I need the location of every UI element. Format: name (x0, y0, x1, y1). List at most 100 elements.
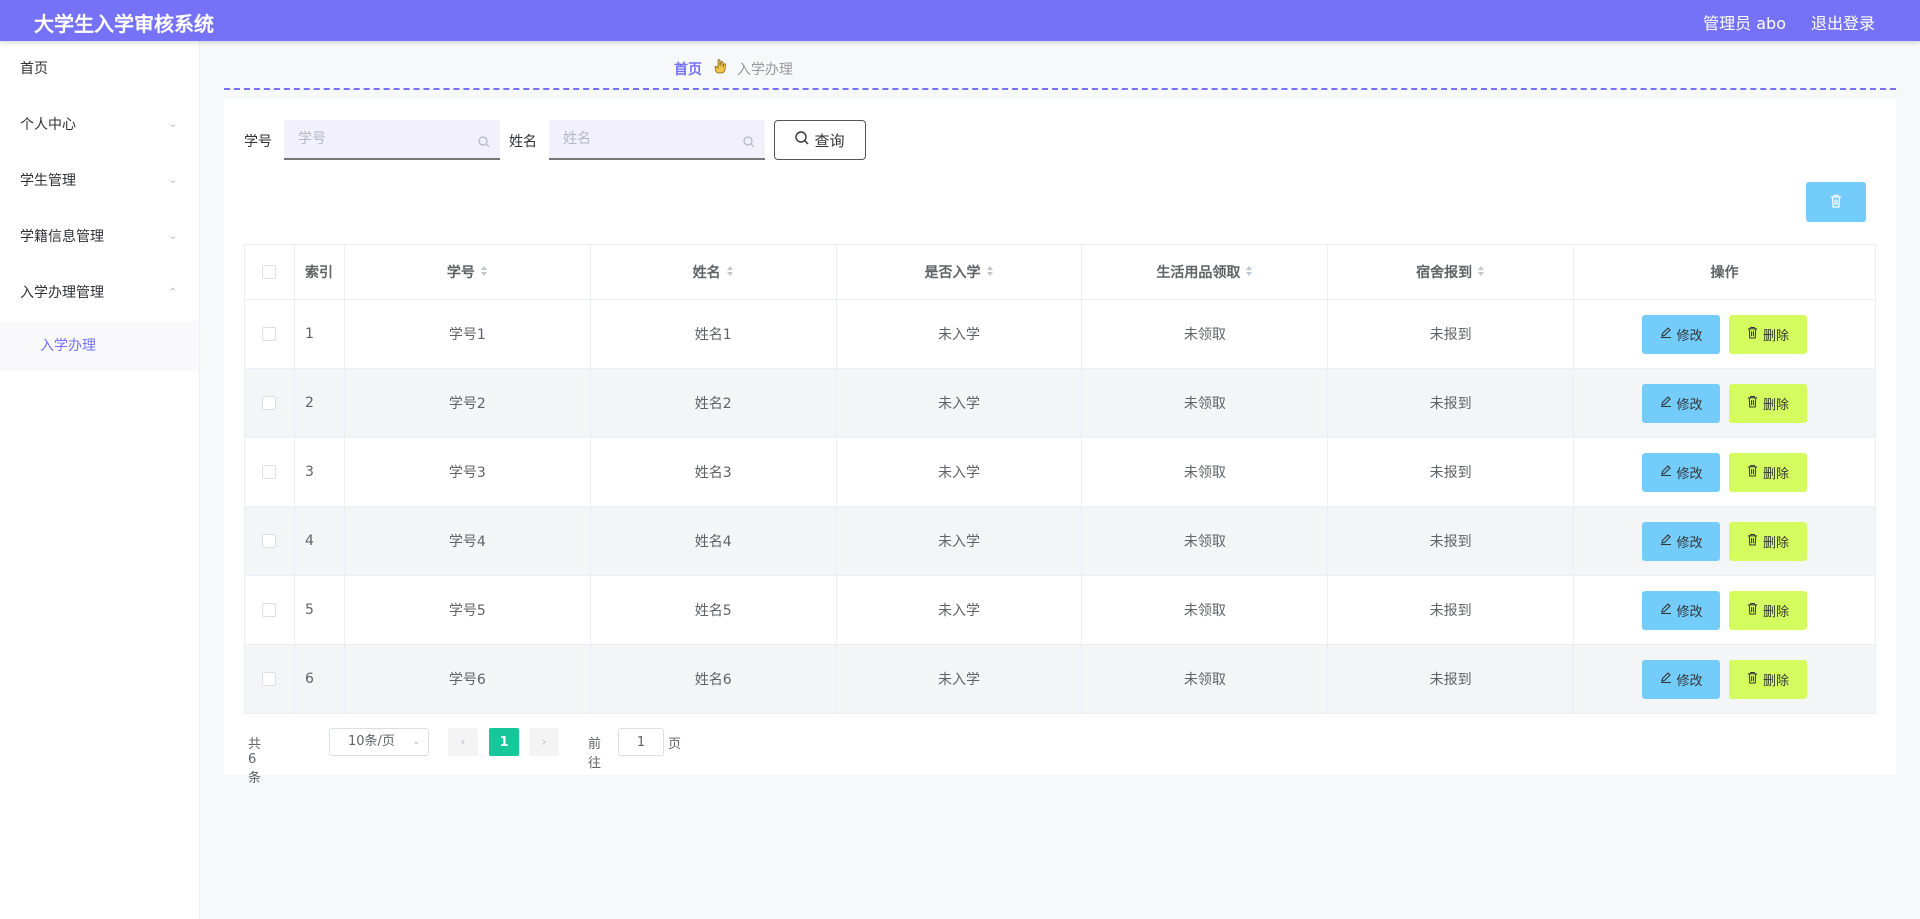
column-header-enrolled[interactable]: 是否入学 (835, 244, 1083, 300)
cell-index: 2 (293, 368, 345, 438)
edit-button[interactable]: 修改 (1642, 383, 1721, 423)
cell-enrolled: 未入学 (835, 575, 1083, 645)
sidebar-item-enrollment-management[interactable]: 入学办理管理 ⌃ (0, 265, 199, 321)
enrollment-table: 索引 学号 姓名 是否入学 生活用品领取 宿舍报到 操作 1 学号1 姓名1 未入学未… (244, 244, 1876, 714)
trash-icon (1830, 193, 1842, 212)
edit-button-label: 修改 (1676, 535, 1703, 551)
goto-page-input[interactable]: 1 (618, 728, 664, 756)
cell-actions: 修改 删除 (1573, 506, 1876, 576)
edit-icon (1660, 602, 1672, 618)
sidebar-item-student-management[interactable]: 学生管理 ⌄ (0, 153, 199, 209)
cell-index: 3 (293, 437, 345, 507)
trash-icon (1747, 533, 1758, 550)
goto-suffix: 页 (668, 737, 682, 752)
row-checkbox[interactable] (262, 465, 277, 479)
column-header-dorm[interactable]: 宿舍报到 (1327, 244, 1575, 300)
page-number-current[interactable]: 1 (489, 728, 519, 756)
cell-dorm: 未报到 (1327, 575, 1575, 645)
row-checkbox[interactable] (262, 396, 277, 410)
table-row[interactable]: 5 学号5 姓名5 未入学 未领取 未报到 修改 删除 (244, 575, 1876, 645)
table-row[interactable]: 1 学号1 姓名1 未入学 未领取 未报到 修改 删除 (244, 299, 1876, 369)
edit-button-label: 修改 (1676, 466, 1703, 482)
cell-student-no: 学号5 (343, 575, 591, 645)
column-header-name[interactable]: 姓名 (589, 244, 837, 300)
table-body: 1 学号1 姓名1 未入学 未领取 未报到 修改 删除 2 学号2 姓名2 未入学 未领取 未报到 修改 删除… (244, 299, 1876, 714)
column-header-label: 宿舍报到 (1416, 265, 1473, 281)
next-page-button[interactable]: › (529, 728, 559, 756)
sort-icon[interactable] (1245, 265, 1253, 281)
breadcrumb: 首页 入学办理 (674, 59, 793, 79)
cell-actions: 修改 删除 (1573, 437, 1876, 507)
name-input[interactable] (549, 120, 765, 158)
search-icon (795, 131, 809, 149)
edit-button-label: 修改 (1676, 673, 1703, 689)
edit-button[interactable]: 修改 (1642, 452, 1721, 492)
delete-button-label: 删除 (1763, 328, 1790, 344)
column-header-index: 索引 (293, 244, 345, 300)
pagination-total: 共 6 条 (248, 737, 262, 786)
sidebar-item-student-status[interactable]: 学籍信息管理 ⌄ (0, 209, 199, 265)
delete-button-label: 删除 (1763, 604, 1790, 620)
chevron-right-icon: › (541, 734, 547, 750)
column-header-student-no[interactable]: 学号 (343, 244, 591, 300)
table-row[interactable]: 2 学号2 姓名2 未入学 未领取 未报到 修改 删除 (244, 368, 1876, 438)
cell-enrolled: 未入学 (835, 506, 1083, 576)
row-checkbox[interactable] (262, 327, 277, 341)
cell-name: 姓名4 (589, 506, 837, 576)
row-select-cell (244, 575, 295, 645)
sidebar-item-label: 入学办理管理 (20, 285, 104, 301)
hand-icon (714, 59, 727, 78)
breadcrumb-current: 入学办理 (736, 62, 793, 78)
cell-enrolled: 未入学 (835, 644, 1083, 714)
row-select-cell (244, 644, 295, 714)
cell-actions: 修改 删除 (1573, 644, 1876, 714)
query-button[interactable]: 查询 (774, 120, 866, 160)
prev-page-button[interactable]: ‹ (448, 728, 478, 756)
row-select-cell (244, 299, 295, 369)
sort-icon[interactable] (986, 265, 994, 281)
query-button-label: 查询 (814, 131, 845, 150)
search-icon (478, 133, 490, 152)
student-no-label: 学号 (244, 134, 272, 150)
cell-student-no: 学号1 (343, 299, 591, 369)
delete-button[interactable]: 删除 (1729, 314, 1808, 354)
cell-name: 姓名1 (589, 299, 837, 369)
delete-button[interactable]: 删除 (1729, 383, 1808, 423)
edit-button[interactable]: 修改 (1642, 314, 1721, 354)
row-checkbox[interactable] (262, 534, 277, 548)
sidebar-item-home[interactable]: 首页 (0, 41, 199, 97)
table-row[interactable]: 3 学号3 姓名3 未入学 未领取 未报到 修改 删除 (244, 437, 1876, 507)
delete-button-label: 删除 (1763, 673, 1790, 689)
delete-button[interactable]: 删除 (1729, 452, 1808, 492)
select-all-checkbox[interactable] (262, 265, 277, 279)
bulk-delete-button[interactable] (1806, 182, 1866, 222)
edit-button[interactable]: 修改 (1642, 659, 1721, 699)
logout-button[interactable]: 退出登录 (1811, 10, 1875, 34)
delete-button[interactable]: 删除 (1729, 521, 1808, 561)
delete-button[interactable]: 删除 (1729, 659, 1808, 699)
delete-button-label: 删除 (1763, 466, 1790, 482)
edit-button[interactable]: 修改 (1642, 521, 1721, 561)
cell-name: 姓名2 (589, 368, 837, 438)
cell-index: 6 (293, 644, 345, 714)
sort-icon[interactable] (480, 265, 488, 281)
edit-button[interactable]: 修改 (1642, 590, 1721, 630)
sort-icon[interactable] (1477, 265, 1485, 281)
page-size-select[interactable]: 10条/页 ⌄ (329, 728, 429, 756)
trash-icon (1747, 602, 1758, 619)
table-row[interactable]: 6 学号6 姓名6 未入学 未领取 未报到 修改 删除 (244, 644, 1876, 714)
name-field (549, 120, 765, 160)
student-no-input[interactable] (284, 120, 500, 158)
sort-icon[interactable] (726, 265, 734, 281)
row-checkbox[interactable] (262, 672, 277, 686)
cell-supplies: 未领取 (1081, 506, 1329, 576)
column-header-supplies[interactable]: 生活用品领取 (1081, 244, 1329, 300)
cell-name: 姓名6 (589, 644, 837, 714)
row-checkbox[interactable] (262, 603, 277, 617)
column-header-label: 生活用品领取 (1156, 265, 1241, 281)
sidebar-subitem-enrollment[interactable]: 入学办理 (0, 321, 199, 371)
breadcrumb-home[interactable]: 首页 (674, 62, 702, 78)
sidebar-item-personal-center[interactable]: 个人中心 ⌄ (0, 97, 199, 153)
delete-button[interactable]: 删除 (1729, 590, 1808, 630)
table-row[interactable]: 4 学号4 姓名4 未入学 未领取 未报到 修改 删除 (244, 506, 1876, 576)
